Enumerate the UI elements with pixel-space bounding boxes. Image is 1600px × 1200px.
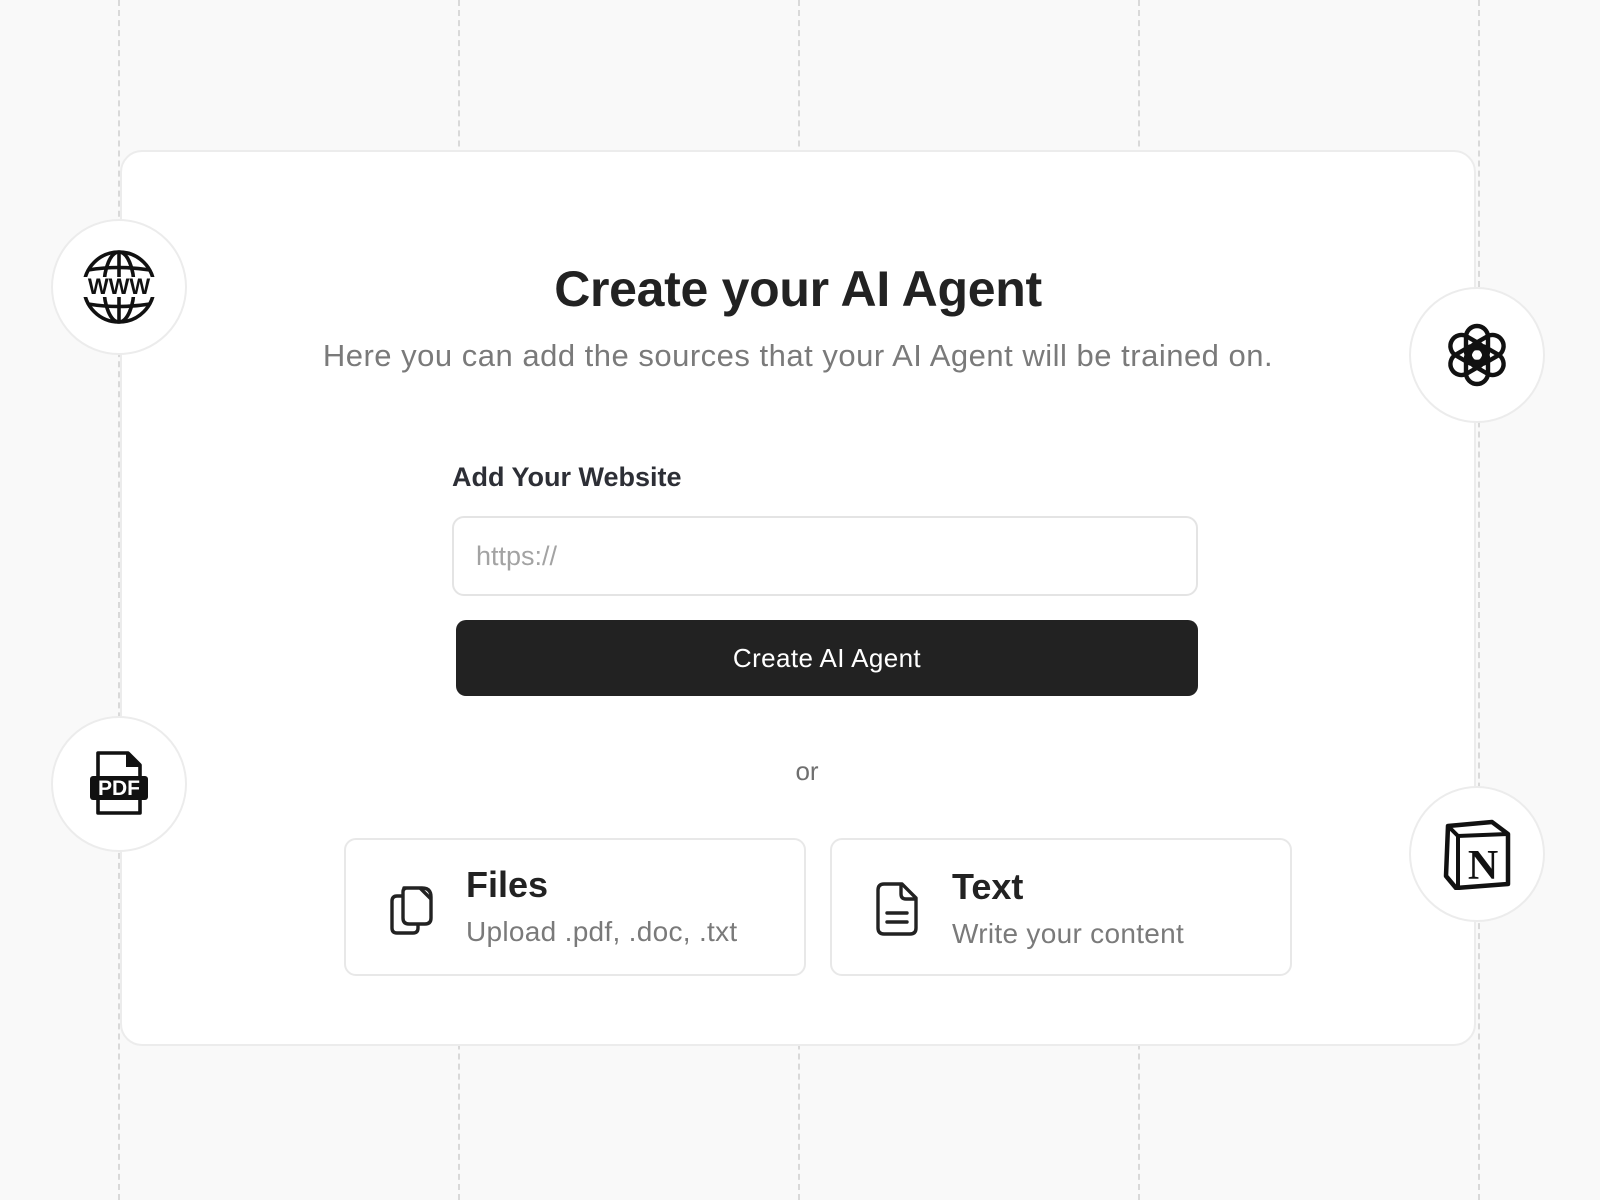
page-subtitle: Here you can add the sources that your A… [322,338,1274,373]
www-globe-icon: WWW [80,250,158,324]
create-agent-card: Create your AI Agent Here you can add th… [120,150,1476,1046]
text-option-title: Text [952,866,1024,907]
files-option-title: Files [466,864,549,905]
document-icon [876,882,918,936]
files-option-description: Upload .pdf, .doc, .txt [466,916,738,947]
files-option-card[interactable]: Files Upload .pdf, .doc, .txt [344,838,806,976]
text-option-description: Write your content [952,918,1185,949]
or-divider: or [795,756,819,786]
text-option-card[interactable]: Text Write your content [830,838,1292,976]
website-source-badge: WWW [51,219,187,355]
notion-logo-icon: N [1443,819,1511,890]
guide-line [1478,0,1480,1200]
website-field-label: Add Your Website [452,462,682,492]
svg-text:PDF: PDF [98,777,140,800]
create-ai-agent-button[interactable]: Create AI Agent [456,620,1198,696]
website-url-input[interactable] [452,516,1198,596]
svg-text:WWW: WWW [88,274,151,299]
openai-source-badge [1409,287,1545,423]
page-title: Create your AI Agent [554,261,1042,317]
svg-text:N: N [1468,843,1498,889]
openai-logo-icon [1448,323,1506,387]
files-icon [390,886,433,935]
notion-source-badge: N [1409,786,1545,922]
pdf-file-icon: PDF [90,751,148,815]
pdf-source-badge: PDF [51,716,187,852]
